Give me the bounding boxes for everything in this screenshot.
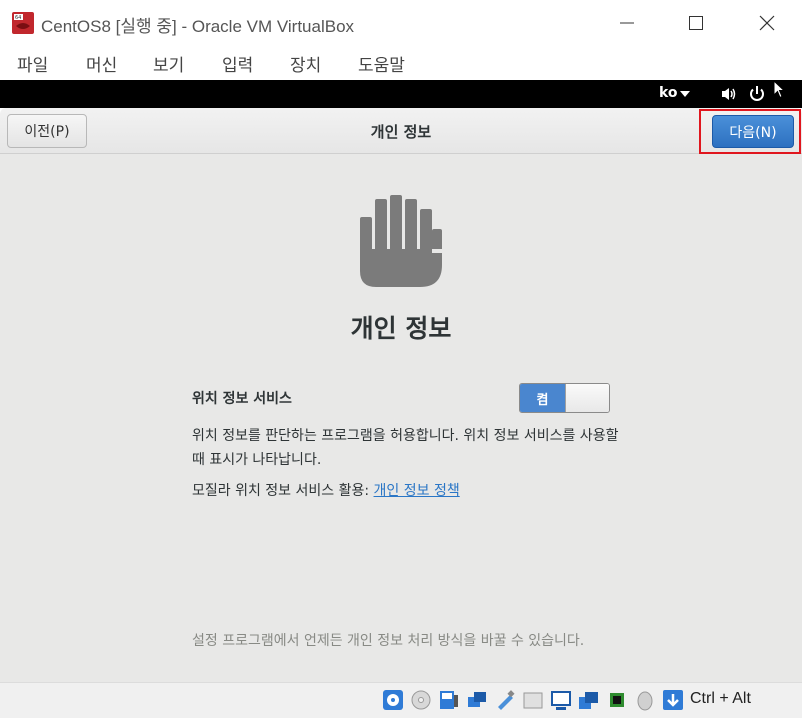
close-icon: [759, 15, 775, 31]
policy-line: 모질라 위치 정보 서비스 활용: 개인 정보 정책: [192, 480, 460, 500]
installer-header: 이전(P) 개인 정보 다음(N): [0, 108, 802, 154]
header-title: 개인 정보: [370, 123, 432, 141]
menu-bar: 파일 머신 보기 입력 장치 도움말: [0, 46, 802, 80]
privacy-policy-link[interactable]: 개인 정보 정책: [374, 483, 460, 499]
mouse-cursor-icon: [773, 80, 786, 99]
maximize-icon: [689, 16, 703, 30]
location-services-toggle[interactable]: 켬: [519, 383, 610, 413]
close-button[interactable]: [744, 6, 790, 40]
location-services-label: 위치 정보 서비스: [192, 391, 292, 407]
policy-prefix: 모질라 위치 정보 서비스 활용:: [192, 483, 374, 499]
menu-view[interactable]: 보기: [153, 51, 184, 76]
window-title-bar: 64 CentOS8 [실행 중] - Oracle VM VirtualBox: [0, 0, 802, 46]
menu-help[interactable]: 도움말: [358, 51, 405, 76]
cpu-icon[interactable]: [606, 689, 628, 711]
minimize-icon: [620, 22, 634, 24]
volume-icon[interactable]: [721, 86, 737, 102]
svg-text:64: 64: [15, 15, 21, 21]
virtualbox-centos-icon: 64: [12, 12, 34, 34]
display-icon[interactable]: [550, 689, 572, 711]
maximize-button[interactable]: [673, 6, 719, 40]
minimize-button[interactable]: [604, 6, 650, 40]
network-icon[interactable]: [466, 689, 488, 711]
optical-drive-icon[interactable]: [410, 689, 432, 711]
menu-devices[interactable]: 장치: [290, 51, 321, 76]
language-indicator[interactable]: ko: [659, 85, 678, 101]
power-icon[interactable]: [748, 85, 766, 103]
host-key-label: Ctrl + Alt: [690, 690, 751, 707]
window-title: CentOS8 [실행 중] - Oracle VM VirtualBox: [41, 17, 355, 36]
next-button[interactable]: 다음(N): [712, 115, 794, 148]
usb-icon[interactable]: [494, 689, 516, 711]
footer-note: 설정 프로그램에서 언제든 개인 정보 처리 방식을 바꿀 수 있습니다.: [192, 633, 585, 649]
privacy-page: 개인 정보 위치 정보 서비스 켬 위치 정보를 판단하는 프로그램을 허용합니…: [0, 154, 802, 682]
guest-top-bar: ko: [0, 80, 802, 108]
menu-file[interactable]: 파일: [17, 51, 48, 76]
location-description: 위치 정보를 판단하는 프로그램을 허용합니다. 위치 정보 서비스를 사용할 …: [192, 428, 619, 468]
menu-input[interactable]: 입력: [222, 51, 253, 76]
toggle-knob[interactable]: [565, 384, 609, 412]
chevron-down-icon[interactable]: [680, 91, 690, 97]
page-heading: 개인 정보: [350, 314, 452, 343]
host-key-arrow-icon[interactable]: [662, 689, 684, 711]
menu-machine[interactable]: 머신: [86, 51, 117, 76]
shared-folder-icon[interactable]: [522, 689, 544, 711]
toggle-on-label: 켬: [520, 384, 565, 412]
vm-status-bar: Ctrl + Alt: [0, 682, 802, 718]
privacy-hand-icon: [360, 195, 442, 287]
video-capture-icon[interactable]: [578, 689, 600, 711]
hard-disk-icon[interactable]: [382, 689, 404, 711]
audio-icon[interactable]: [438, 689, 460, 711]
mouse-integration-icon[interactable]: [634, 689, 656, 711]
